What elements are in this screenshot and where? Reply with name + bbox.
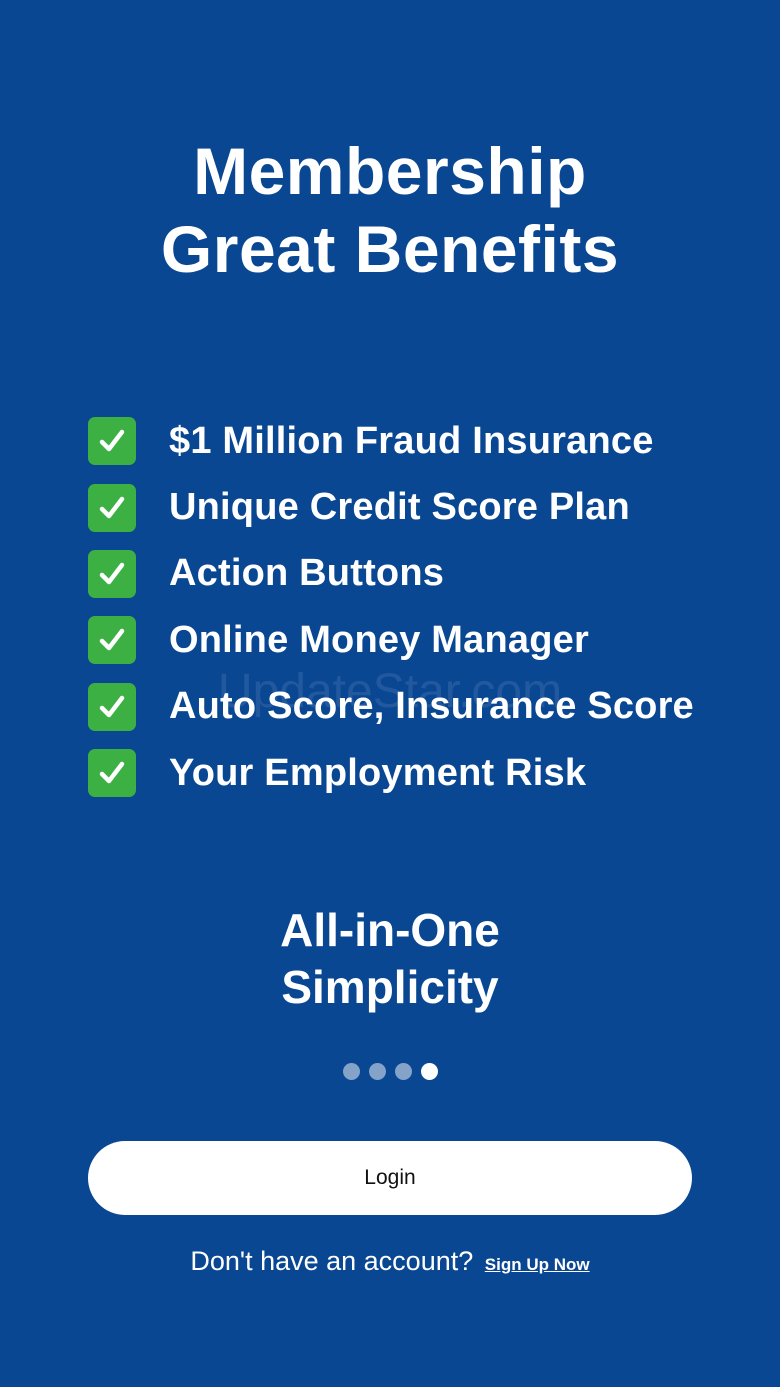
page-dot[interactable]	[394, 1063, 412, 1080]
login-button[interactable]: Login	[88, 1141, 692, 1215]
page-title: Membership Great Benefits	[0, 132, 780, 288]
sign-up-link[interactable]: Sign Up Now	[485, 1255, 590, 1274]
benefit-label: Auto Score, Insurance Score	[169, 685, 694, 728]
tagline-line-2: Simplicity	[281, 961, 499, 1013]
check-mark-icon	[88, 749, 136, 798]
onboarding-screen: Membership Great Benefits $1 Million Fra…	[0, 0, 780, 1387]
tagline-line-1: All-in-One	[280, 904, 500, 956]
signup-prompt: Don't have an account?	[190, 1246, 474, 1276]
list-item: Action Buttons	[88, 541, 748, 607]
list-item: $1 Million Fraud Insurance	[88, 408, 748, 474]
benefit-label: Unique Credit Score Plan	[169, 486, 630, 529]
title-line-2: Great Benefits	[160, 212, 620, 286]
check-mark-icon	[88, 549, 136, 598]
list-item: Unique Credit Score Plan	[88, 474, 748, 540]
benefit-label: $1 Million Fraud Insurance	[169, 419, 654, 462]
page-indicator	[0, 1063, 780, 1080]
check-mark-icon	[88, 682, 136, 731]
benefit-label: Your Employment Risk	[169, 751, 587, 794]
page-dot-active[interactable]	[420, 1063, 438, 1080]
benefit-label: Online Money Manager	[169, 618, 589, 661]
tagline: All-in-One Simplicity	[0, 902, 780, 1016]
signup-row: Don't have an account? Sign Up Now	[0, 1246, 780, 1277]
check-mark-icon	[88, 616, 136, 665]
benefit-label: Action Buttons	[169, 552, 445, 595]
list-item: Auto Score, Insurance Score	[88, 674, 748, 740]
list-item: Online Money Manager	[88, 607, 748, 673]
list-item: Your Employment Risk	[88, 740, 748, 806]
title-line-1: Membership	[193, 134, 587, 208]
benefits-list: $1 Million Fraud Insurance Unique Credit…	[88, 408, 748, 806]
page-dot[interactable]	[342, 1063, 360, 1080]
page-dot[interactable]	[368, 1063, 386, 1080]
check-mark-icon	[88, 483, 136, 532]
check-mark-icon	[88, 417, 136, 466]
